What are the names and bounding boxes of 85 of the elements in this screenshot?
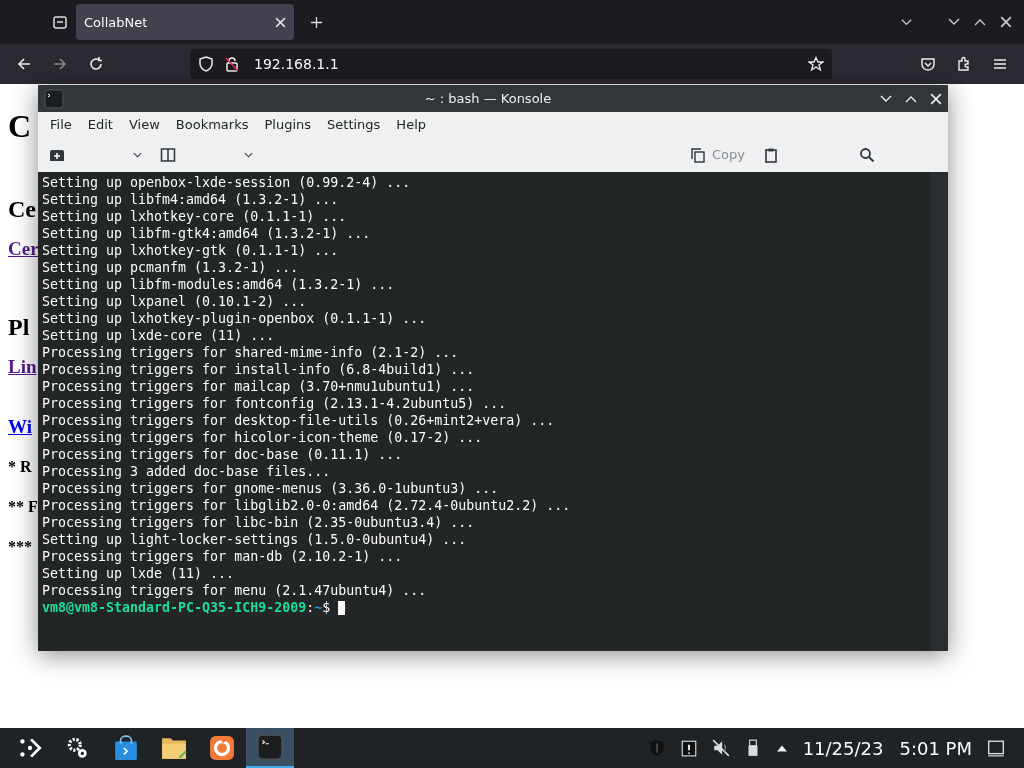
terminal-line: Processing triggers for hicolor-icon-theme (0.17-2) ... bbox=[42, 429, 484, 446]
up-arrow-icon[interactable] bbox=[775, 743, 788, 753]
terminal-line: Processing 3 added doc-base files... bbox=[42, 463, 332, 480]
terminal-line: Setting up libfm-gtk4:amd64 (1.3.2-1) ... bbox=[42, 225, 372, 242]
terminal-task-button[interactable] bbox=[246, 728, 294, 768]
terminal-line: Processing triggers for menu (2.1.47ubuntu4) ... bbox=[42, 582, 428, 599]
terminal-line: Setting up lxhotkey-gtk (0.1.1-1) ... bbox=[42, 242, 340, 259]
tab-title: CollabNet bbox=[84, 14, 148, 30]
terminal-line: Setting up light-locker-settings (1.5.0-0ubuntu4) ... bbox=[42, 531, 468, 548]
insecure-lock-icon[interactable] bbox=[224, 56, 240, 72]
scrollbar[interactable] bbox=[930, 172, 948, 651]
close-icon[interactable] bbox=[275, 16, 286, 28]
caret-icon bbox=[133, 151, 142, 158]
menu-item[interactable]: Help bbox=[388, 117, 434, 132]
show-desktop-icon[interactable] bbox=[987, 739, 1005, 757]
close-icon[interactable] bbox=[1000, 16, 1012, 28]
page-heading: Ce bbox=[8, 196, 37, 224]
page-text: * R bbox=[8, 458, 33, 477]
text-cursor bbox=[338, 600, 346, 615]
extensions-icon[interactable] bbox=[956, 56, 972, 72]
new-tab-icon[interactable] bbox=[310, 15, 323, 29]
back-icon[interactable] bbox=[16, 56, 32, 72]
folder-icon bbox=[161, 735, 187, 761]
terminal-line: Processing triggers for libglib2.0-0:amd64 (2.72.4-0ubuntu2.2) ... bbox=[42, 497, 572, 514]
caret-icon bbox=[244, 151, 253, 158]
page-text: ** F bbox=[8, 498, 38, 517]
window-title: ~ : bash — Konsole bbox=[423, 91, 553, 106]
terminal-line: Processing triggers for man-db (2.10.2-1) ... bbox=[42, 548, 404, 565]
menu-item[interactable]: Plugins bbox=[256, 117, 320, 132]
terminal-line: Processing triggers for doc-base (0.11.1) ... bbox=[42, 446, 404, 463]
search-icon bbox=[859, 146, 875, 163]
page-text: *** bbox=[8, 538, 33, 557]
muted-speaker-icon[interactable] bbox=[711, 739, 730, 757]
terminal-line: Setting up pcmanfm (1.3.2-1) ... bbox=[42, 259, 300, 276]
terminal-line: Processing triggers for install-info (6.8-4build1) ... bbox=[42, 361, 476, 378]
terminal-icon bbox=[257, 734, 283, 760]
shopping-bag-icon bbox=[113, 735, 139, 761]
page-link[interactable]: Cer bbox=[8, 238, 38, 298]
clock-time[interactable]: 5:01 PM bbox=[899, 737, 972, 759]
split-view-icon bbox=[160, 146, 176, 163]
terminal-line: Setting up openbox-lxde-session (0.99.2-4) ... bbox=[42, 174, 412, 191]
terminal-line: Processing triggers for mailcap (3.70+nmu1ubuntu1) ... bbox=[42, 378, 476, 395]
chevron-down-icon[interactable] bbox=[901, 16, 912, 28]
address-bar[interactable]: 192.168.1.1 bbox=[190, 49, 832, 79]
terminal-line: Setting up lxhotkey-plugin-openbox (0.1.1-1) ... bbox=[42, 310, 428, 327]
prompt-path: ~ bbox=[314, 599, 323, 616]
browser-tab[interactable]: CollabNet bbox=[76, 4, 294, 40]
menu-item[interactable]: View bbox=[120, 117, 168, 132]
terminal-line: Setting up lxpanel (0.10.1-2) ... bbox=[42, 293, 308, 310]
terminal-line: Processing triggers for desktop-file-utils (0.26+mint2+vera) ... bbox=[42, 412, 556, 429]
terminal-line: Processing triggers for fontconfig (2.13.1-4.2ubuntu5) ... bbox=[42, 395, 508, 412]
terminal-line: Setting up libfm-modules:amd64 (1.3.2-1) ... bbox=[42, 276, 396, 293]
forward-icon[interactable] bbox=[52, 56, 68, 72]
terminal-line: Processing triggers for libc-bin (2.35-0ubuntu3.4) ... bbox=[42, 514, 476, 531]
terminal-icon bbox=[44, 88, 64, 109]
terminal-line: Setting up lxde-core (11) ... bbox=[42, 327, 276, 344]
url-text: 192.168.1.1 bbox=[254, 56, 339, 72]
page-heading: C bbox=[8, 108, 33, 146]
terminal-line: Processing triggers for shared-mime-info (2.1-2) ... bbox=[42, 344, 460, 361]
pocket-icon[interactable] bbox=[920, 56, 936, 72]
clipboard-icon[interactable] bbox=[679, 739, 698, 757]
star-icon[interactable] bbox=[808, 56, 824, 72]
page-link[interactable]: Lin bbox=[8, 356, 38, 416]
clipboard-icon bbox=[763, 146, 779, 163]
prompt-separator: : bbox=[306, 599, 315, 616]
prompt-user-host: vm8@vm8-Standard-PC-Q35-ICH9-2009 bbox=[42, 599, 307, 616]
copy-icon bbox=[690, 146, 706, 163]
reload-icon[interactable] bbox=[88, 56, 104, 72]
menu-item[interactable]: Edit bbox=[79, 117, 121, 132]
page-heading: Pl bbox=[8, 314, 31, 342]
shield-icon[interactable] bbox=[198, 56, 214, 72]
terminal-line: Setting up libfm4:amd64 (1.3.2-1) ... bbox=[42, 191, 340, 208]
menu-item[interactable]: File bbox=[42, 117, 80, 132]
page-link[interactable]: Wi bbox=[8, 416, 38, 458]
menu-icon[interactable] bbox=[992, 56, 1008, 72]
menu-item[interactable]: Settings bbox=[319, 117, 389, 132]
clock-date[interactable]: 11/25/23 bbox=[802, 737, 884, 759]
tab-list-icon[interactable] bbox=[52, 14, 68, 30]
terminal-line: Processing triggers for gnome-menus (3.36.0-1ubuntu3) ... bbox=[42, 480, 500, 497]
menu-item[interactable]: Bookmarks bbox=[167, 117, 257, 132]
browser-icon bbox=[209, 735, 235, 761]
terminal-area[interactable] bbox=[38, 172, 948, 651]
terminal-line: Setting up lxhotkey-core (0.1.1-1) ... bbox=[42, 208, 348, 225]
terminal-line: Setting up lxde (11) ... bbox=[42, 565, 236, 582]
prompt-symbol: $ bbox=[322, 599, 331, 616]
